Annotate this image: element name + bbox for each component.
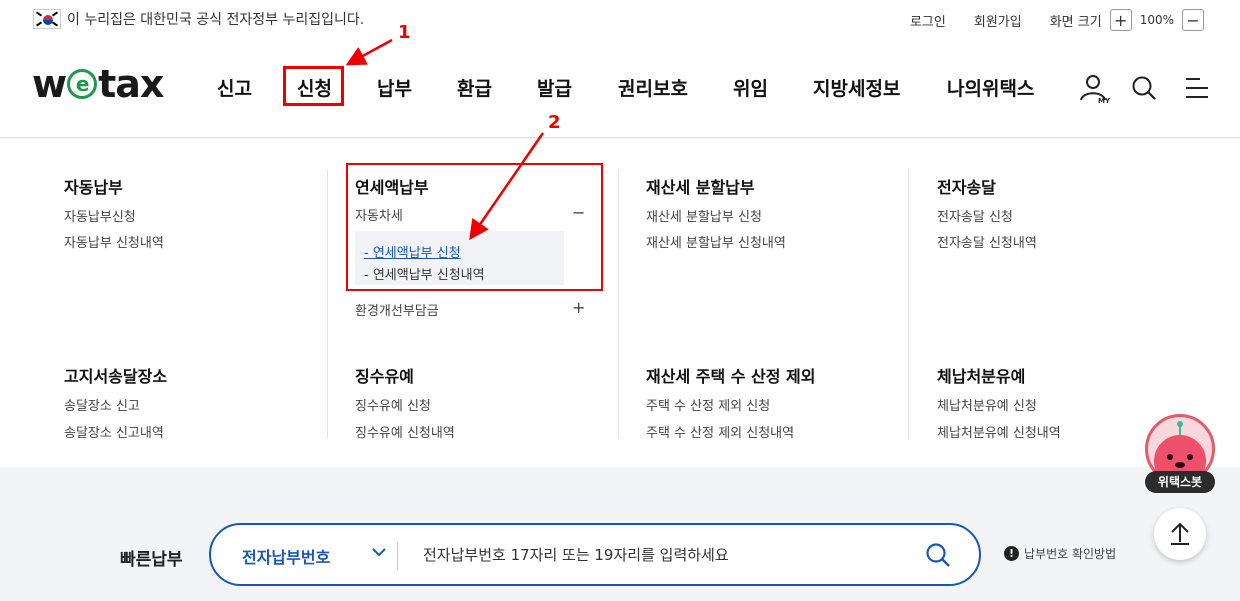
logo-text-w: w (32, 62, 67, 106)
menu-link-property-installment-apply[interactable]: 재산세 분할납부 신청 (646, 206, 762, 225)
section-title-collection-deferral[interactable]: 징수유예 (355, 363, 414, 387)
svg-text:MY: MY (1098, 97, 1111, 104)
nav-rights-protection[interactable]: 권리보호 (618, 74, 688, 101)
menu-link-property-installment-history[interactable]: 재산세 분할납부 신청내역 (646, 232, 786, 251)
section-title-property-installment[interactable]: 재산세 분할납부 (646, 174, 755, 198)
help-text: 납부번호 확인방법 (1024, 547, 1117, 561)
main-header: w e tax 신고 신청 납부 환급 발급 권리보호 위임 지방세정보 나의위… (0, 38, 1240, 138)
scroll-top-button[interactable] (1154, 508, 1206, 560)
nav-issue[interactable]: 발급 (537, 74, 572, 101)
korea-flag-icon (33, 9, 61, 29)
nav-pay[interactable]: 납부 (377, 74, 412, 101)
annotation-number-2: 2 (548, 112, 561, 133)
annotation-box-annual-payment (346, 163, 603, 291)
column-divider (618, 169, 619, 439)
section-title-auto-payment[interactable]: 자동납부 (64, 174, 123, 198)
quick-pay-label: 빠른납부 (120, 550, 183, 570)
column-divider (327, 169, 328, 439)
payment-number-help-link[interactable]: ! 납부번호 확인방법 (1004, 545, 1116, 562)
annotation-box-apply (283, 66, 344, 106)
zoom-out-button[interactable]: − (1182, 9, 1204, 31)
menu-link-auto-payment-history[interactable]: 자동납부 신청내역 (64, 232, 164, 251)
section-title-house-count-exclusion[interactable]: 재산세 주택 수 산정 제외 (646, 363, 815, 387)
zoom-value: 100% (1139, 13, 1174, 27)
arrow-up-icon (1171, 522, 1189, 545)
menu-link-arrears-deferral-history[interactable]: 체납처분유예 신청내역 (937, 422, 1061, 441)
nav-refund[interactable]: 환급 (457, 74, 492, 101)
payment-type-select[interactable]: 전자납부번호 (242, 544, 330, 568)
header-search-button[interactable] (1131, 75, 1157, 105)
section-title-arrears-deferral[interactable]: 체납처분유예 (937, 363, 1025, 387)
search-icon (1132, 76, 1156, 100)
user-icon: MY (1080, 75, 1111, 105)
search-divider (397, 542, 398, 570)
zoom-in-button[interactable]: + (1109, 9, 1132, 31)
utility-links: 로그인 회원가입 화면 크기 + 100% − (910, 9, 1212, 31)
chevron-down-icon[interactable] (372, 547, 386, 557)
search-icon[interactable] (925, 542, 951, 568)
nav-local-tax-info[interactable]: 지방세정보 (813, 74, 900, 101)
nav-report[interactable]: 신고 (217, 74, 252, 101)
nav-my-wetax[interactable]: 나의위택스 (947, 74, 1034, 101)
annotation-number-1: 1 (398, 22, 411, 43)
section-title-e-delivery[interactable]: 전자송달 (937, 174, 996, 198)
menu-link-collection-deferral-apply[interactable]: 징수유예 신청 (355, 395, 431, 414)
menu-link-arrears-deferral-apply[interactable]: 체납처분유예 신청 (937, 395, 1037, 414)
menu-link-e-delivery-apply[interactable]: 전자송달 신청 (937, 206, 1013, 225)
menu-link-e-delivery-history[interactable]: 전자송달 신청내역 (937, 232, 1037, 251)
menu-toggle-env-charge[interactable]: 환경개선부담금 (355, 300, 439, 319)
quick-pay-search: 전자납부번호 (209, 523, 981, 586)
nav-delegation[interactable]: 위임 (733, 74, 768, 101)
gov-banner-left: 이 누리집은 대한민국 공식 전자정부 누리집입니다. (33, 9, 364, 29)
menu-link-house-count-exclusion-apply[interactable]: 주택 수 산정 제외 신청 (646, 395, 770, 414)
column-divider (908, 169, 909, 439)
all-menu-button[interactable] (1184, 77, 1210, 103)
screen-size-label: 화면 크기 (1049, 14, 1102, 30)
my-page-button[interactable]: MY (1079, 72, 1111, 108)
expand-icon[interactable]: + (572, 298, 585, 317)
section-title-notice-address[interactable]: 고지서송달장소 (64, 363, 167, 387)
gov-banner: 이 누리집은 대한민국 공식 전자정부 누리집입니다. 로그인 회원가입 화면 … (0, 0, 1240, 38)
menu-link-auto-payment-apply[interactable]: 자동납부신청 (64, 206, 136, 225)
logo-text-tax: tax (98, 62, 164, 106)
hamburger-menu-icon (1186, 78, 1208, 98)
menu-link-collection-deferral-history[interactable]: 징수유예 신청내역 (355, 422, 455, 441)
info-icon: ! (1004, 546, 1019, 561)
logo-e-icon: e (67, 69, 98, 99)
apply-mega-menu: 자동납부 자동납부신청 자동납부 신청내역 연세액납부 자동차세 − - 연세액… (0, 139, 1240, 467)
login-link[interactable]: 로그인 (910, 11, 946, 30)
wetax-logo[interactable]: w e tax (32, 62, 164, 106)
gov-banner-text[interactable]: 이 누리집은 대한민국 공식 전자정부 누리집입니다. (67, 9, 364, 29)
menu-link-notice-address-history[interactable]: 송달장소 신고내역 (64, 422, 164, 441)
signup-link[interactable]: 회원가입 (974, 11, 1022, 30)
payment-number-input[interactable] (423, 541, 903, 569)
menu-link-house-count-exclusion-history[interactable]: 주택 수 산정 제외 신청내역 (646, 422, 794, 441)
menu-link-notice-address-report[interactable]: 송달장소 신고 (64, 395, 140, 414)
chatbot-label[interactable]: 위택스봇 (1145, 471, 1215, 493)
